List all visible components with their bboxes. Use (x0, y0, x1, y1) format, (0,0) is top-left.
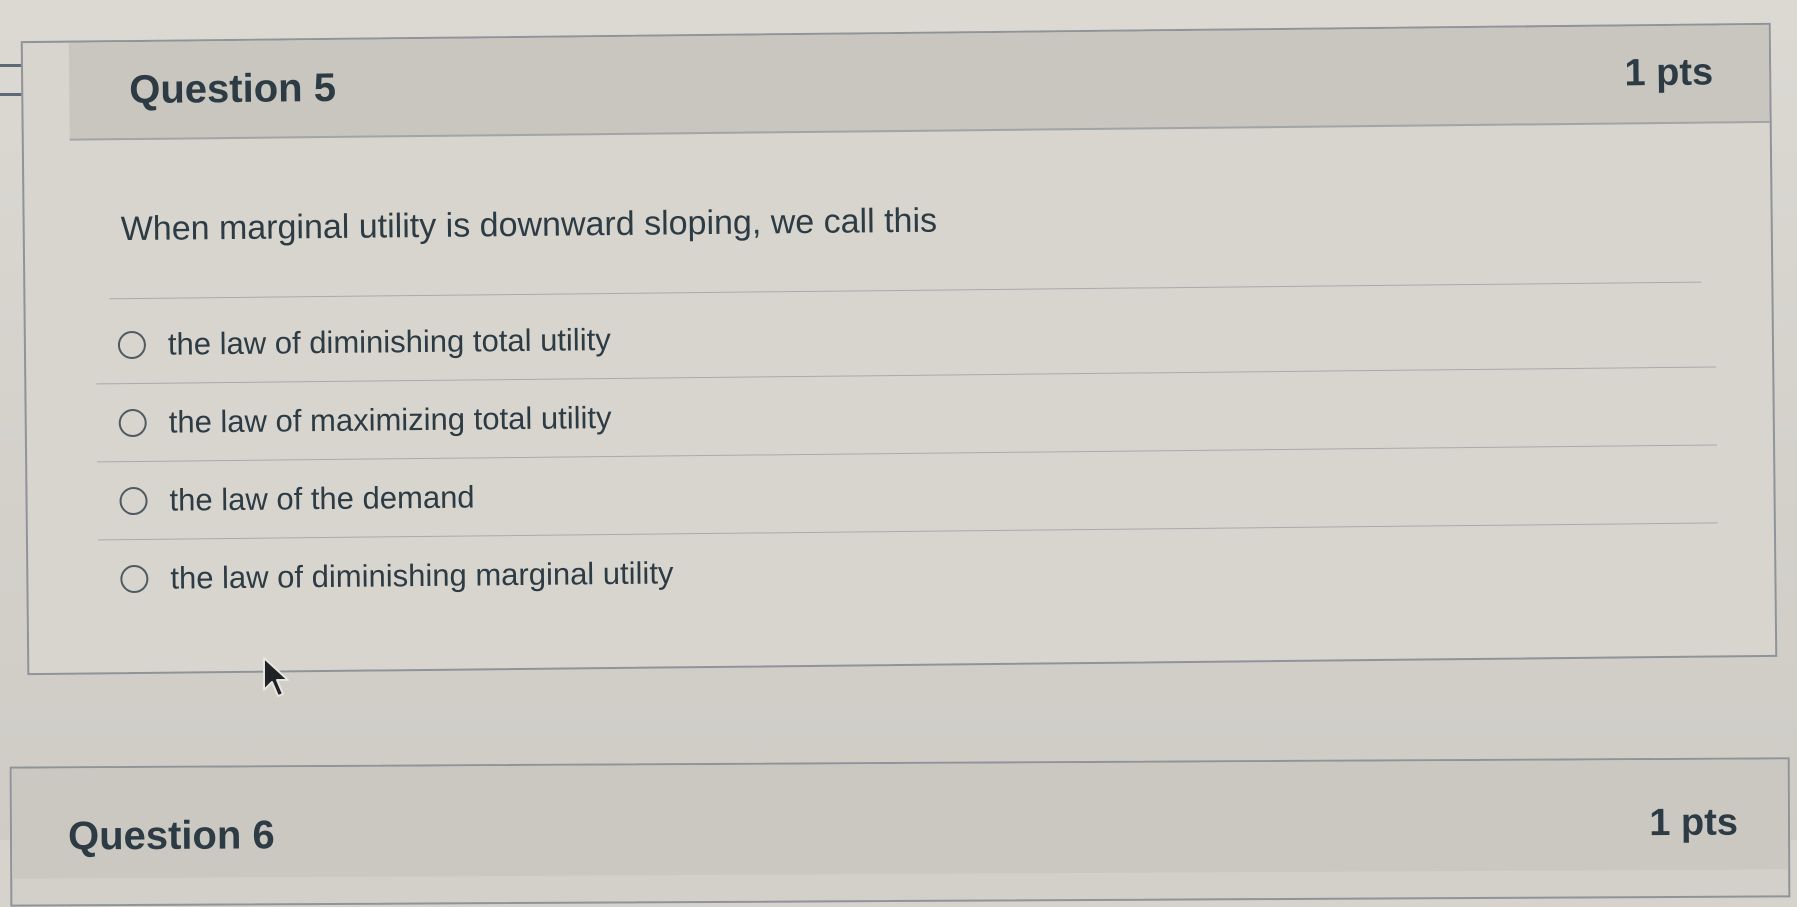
question-card-5: Question 5 1 pts When marginal utility i… (20, 22, 1778, 676)
question-points: 1 pts (1624, 51, 1714, 95)
mouse-pointer-icon (263, 657, 289, 697)
answer-label[interactable]: the law of diminishing marginal utility (170, 555, 673, 596)
question-header: Question 5 1 pts (68, 24, 1770, 141)
radio-unselected-icon[interactable] (120, 564, 149, 594)
answer-label[interactable]: the law of maximizing total utility (169, 400, 612, 441)
question-card-6: Question 6 1 pts (9, 757, 1791, 907)
question-title: Question 6 (67, 813, 275, 859)
question-points: 1 pts (1649, 801, 1739, 845)
radio-unselected-icon[interactable] (118, 408, 147, 437)
answer-option[interactable]: the law of diminishing marginal utility (98, 523, 1719, 618)
answer-label[interactable]: the law of diminishing total utility (168, 322, 611, 363)
answer-label[interactable]: the law of the demand (169, 479, 474, 518)
question-text: When marginal utility is downward slopin… (120, 201, 938, 249)
answer-list: the law of diminishing total utility the… (95, 289, 1719, 618)
radio-unselected-icon[interactable] (119, 486, 148, 515)
question-title: Question 5 (129, 65, 337, 113)
radio-unselected-icon[interactable] (117, 330, 147, 359)
question-header: Question 6 1 pts (11, 759, 1789, 879)
